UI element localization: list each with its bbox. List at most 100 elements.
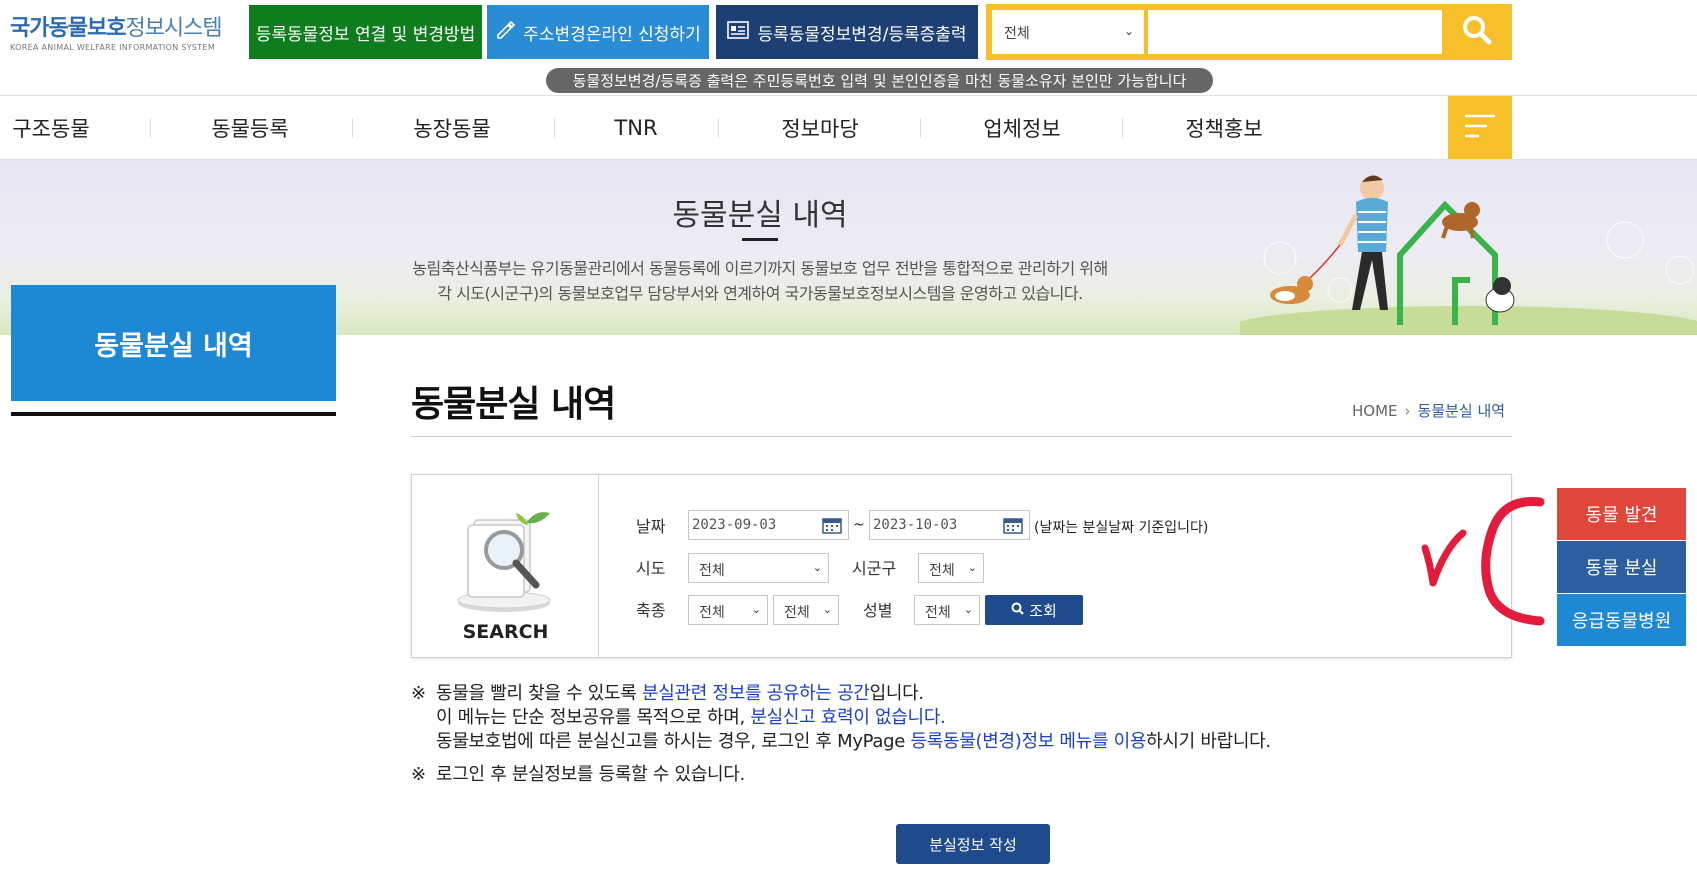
login-notice: ※ 로그인 후 분실정보를 등록할 수 있습니다. [411,763,745,787]
notice-line: ※ 동물을 빨리 찾을 수 있도록 분실관련 정보를 공유하는 공간입니다. [411,682,1271,706]
chevron-down-icon: ⌄ [751,603,761,616]
search-icon [1462,15,1492,49]
notice-line: 동물보호법에 따른 분실신고를 하시는 경우, 로그인 후 MyPage 등록동… [411,730,1271,754]
sigungu-select[interactable]: 전체 ⌄ [918,553,984,583]
search-button[interactable] [1442,4,1512,60]
logo-subtitle: KOREA ANIMAL WELFARE INFORMATION SYSTEM [10,43,216,52]
nav-item-registration[interactable]: 동물등록 [200,96,300,159]
chevron-down-icon: ⌄ [822,603,832,616]
pencil-icon [495,20,516,45]
owner-notice-tooltip: 동물정보변경/등록증 출력은 주민등록번호 입력 및 본인인증을 마친 동물소유… [546,68,1213,93]
reference-mark: ※ [411,683,426,704]
species-value: 전체 [699,605,725,621]
nav-item-rescue[interactable]: 구조동물 [11,96,91,159]
site-logo[interactable]: 국가동물보호정보시스템 KOREA ANIMAL WELFARE INFORMA… [10,10,225,52]
chevron-right-icon: › [1404,402,1411,420]
sidebar-divider [11,412,336,416]
notice-text: 동물보호법에 따른 분실신고를 하시는 경우, 로그인 후 MyPage [436,731,911,752]
sido-select[interactable]: 전체 ⌄ [688,553,829,583]
quick-animal-found-button[interactable]: 동물 발견 [1557,488,1686,540]
nav-divider [554,118,555,138]
sigungu-value: 전체 [929,563,955,579]
logo-title: 국가동물보호정보시스템 [10,10,225,42]
person-with-dogs-illustration [1240,175,1697,335]
notice-text: 이 메뉴는 단순 정보공유를 목적으로 하며, [436,707,751,728]
date-range-separator: ~ [853,517,865,533]
quick-animal-lost-button[interactable]: 동물 분실 [1557,541,1686,593]
address-change-online-button[interactable]: 주소변경온라인 신청하기 [487,5,709,59]
link-change-info-button[interactable]: 등록동물정보 연결 및 변경방법 [249,5,482,59]
notice-text: 로그인 후 분실정보를 등록할 수 있습니다. [436,764,745,785]
quick-emergency-hospital-button[interactable]: 응급동물병원 [1557,594,1686,646]
breed-value: 전체 [784,605,810,621]
notice-highlight: 분실관련 정보를 공유하는 공간 [641,683,870,704]
hamburger-menu-icon [1465,113,1495,143]
breed-select[interactable]: 전체 ⌄ [773,595,839,625]
sido-value: 전체 [699,563,725,579]
main-nav: 구조동물 동물등록 농장동물 TNR 정보마당 업체정보 정책홍보 [0,95,1697,160]
breadcrumb-home[interactable]: HOME [1352,402,1398,420]
write-lost-info-button[interactable]: 분실정보 작성 [896,824,1050,864]
logo-title-bold: 국가동물보호 [10,16,126,41]
address-change-online-label: 주소변경온라인 신청하기 [523,24,701,45]
nav-item-company-info[interactable]: 업체정보 [972,96,1072,159]
sidebar-title: 동물분실 내역 [11,285,336,401]
nav-divider [352,118,353,138]
info-change-print-button[interactable]: 등록동물정보변경/등록증출력 [716,5,978,59]
chevron-down-icon: ⌄ [963,603,973,616]
id-card-icon [727,20,750,44]
date-note: (날짜는 분실날짜 기준입니다) [1034,520,1209,536]
date-label: 날짜 [636,517,666,536]
nav-divider [150,118,151,138]
notice-text: 동물을 빨리 찾을 수 있도록 [436,683,642,704]
date-from-value: 2023-09-03 [692,517,777,533]
calendar-icon[interactable] [822,516,842,538]
link-change-info-label: 등록동물정보 연결 및 변경방법 [255,24,476,45]
nav-item-policy-pr[interactable]: 정책홍보 [1174,96,1274,159]
query-button[interactable]: 조회 [985,595,1083,625]
notice-highlight: 분실신고 효력이 없습니다. [750,707,946,728]
search-input[interactable] [1148,10,1442,54]
magnifier-document-icon [457,512,551,612]
species-label: 축종 [636,601,666,620]
date-to-input[interactable]: 2023-10-03 [869,510,1030,540]
hero-title-underline [742,238,778,241]
notice-text: 입니다. [869,683,925,704]
page-title: 동물분실 내역 [411,384,616,425]
info-change-print-label: 등록동물정보변경/등록증출력 [757,24,967,45]
chevron-down-icon: ⌄ [1123,24,1134,38]
search-category-value: 전체 [1004,26,1030,42]
nav-item-farm-animals[interactable]: 농장동물 [402,96,502,159]
search-form-label: SEARCH [462,621,549,643]
search-icon [1011,601,1024,619]
search-category-select[interactable]: 전체 ⌄ [992,10,1144,54]
nav-item-tnr[interactable]: TNR [604,96,668,159]
sex-label: 성별 [863,601,893,620]
chevron-down-icon: ⌄ [812,561,822,574]
search-form-emblem: SEARCH [412,475,599,657]
sido-label: 시도 [636,559,666,578]
sex-value: 전체 [925,605,951,621]
title-divider [411,436,1512,437]
date-to-value: 2023-10-03 [873,517,958,533]
date-from-input[interactable]: 2023-09-03 [688,510,849,540]
notice-text: 하시기 바랍니다. [1146,731,1271,752]
calendar-icon[interactable] [1003,516,1023,538]
lost-animal-search-form: SEARCH 날짜 2023-09-03 ~ 2023-10-03 (날짜는 분… [411,474,1512,658]
chevron-down-icon: ⌄ [967,561,977,574]
breadcrumb-current: 동물분실 내역 [1417,402,1506,420]
nav-divider [1122,118,1123,138]
all-menu-button[interactable] [1448,96,1512,159]
logo-title-light: 정보시스템 [125,16,222,41]
notice-line: 이 메뉴는 단순 정보공유를 목적으로 하며, 분실신고 효력이 없습니다. [411,706,1271,730]
reference-mark: ※ [411,764,426,785]
sigungu-label: 시군구 [852,559,897,578]
global-search: 전체 ⌄ [986,4,1512,60]
notice-highlight: 등록동물(변경)정보 메뉴를 이용 [910,731,1147,752]
red-checkmark-annotation [1421,497,1545,626]
nav-divider [920,118,921,138]
breadcrumb: HOME › 동물분실 내역 [1352,400,1505,421]
nav-item-info-plaza[interactable]: 정보마당 [770,96,870,159]
species-select[interactable]: 전체 ⌄ [688,595,768,625]
sex-select[interactable]: 전체 ⌄ [914,595,980,625]
